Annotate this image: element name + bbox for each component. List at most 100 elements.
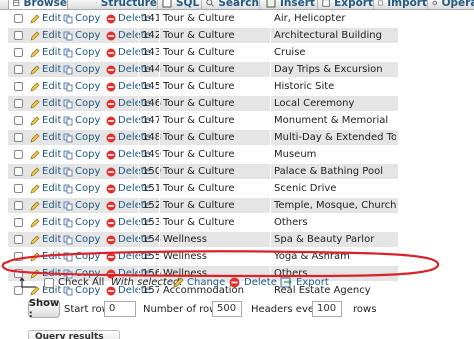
- tab-bar: Browse Structure SQL Search Insert Expor…: [0, 0, 474, 10]
- row-checkbox[interactable]: [14, 82, 23, 91]
- check-all-checkbox[interactable]: [44, 278, 54, 288]
- delete-icon: [106, 48, 116, 58]
- delete-icon: [106, 116, 116, 126]
- row-checkbox[interactable]: [14, 252, 23, 261]
- tab-structure[interactable]: Structure: [92, 0, 158, 9]
- delete-icon: [229, 277, 240, 288]
- edit-link[interactable]: Edit: [30, 11, 61, 27]
- edit-link[interactable]: Edit: [30, 164, 61, 180]
- copy-link[interactable]: Copy: [63, 164, 100, 180]
- edit-label: Edit: [42, 166, 62, 177]
- copy-link[interactable]: Copy: [63, 130, 100, 146]
- edit-label: Edit: [42, 200, 62, 211]
- query-results-operations-header[interactable]: Query results operations: [28, 330, 120, 339]
- bulk-delete-button[interactable]: Delete: [244, 277, 277, 288]
- copy-link[interactable]: Copy: [63, 96, 100, 112]
- pencil-icon: [30, 218, 40, 228]
- copy-link[interactable]: Copy: [63, 62, 100, 78]
- table-row: Edit Copy Delete 154 Wellness Spa & Beauty Pa…: [8, 232, 398, 248]
- export-icon: [280, 277, 292, 288]
- copy-label: Copy: [75, 115, 101, 126]
- row-checkbox[interactable]: [14, 218, 23, 227]
- row-checkbox[interactable]: [14, 133, 23, 142]
- tab-browse[interactable]: Browse: [8, 0, 68, 9]
- copy-link[interactable]: Copy: [63, 11, 100, 27]
- copy-icon: [63, 116, 73, 126]
- copy-icon: [63, 235, 73, 245]
- tab-label: Search: [218, 0, 259, 9]
- bulk-export-button[interactable]: Export: [296, 277, 329, 288]
- edit-link[interactable]: Edit: [30, 130, 61, 146]
- row-checkbox[interactable]: [14, 167, 23, 176]
- start-row-input[interactable]: 0: [104, 301, 136, 317]
- copy-link[interactable]: Copy: [63, 45, 100, 61]
- search-icon: [206, 0, 214, 7]
- edit-link[interactable]: Edit: [30, 28, 61, 44]
- edit-link[interactable]: Edit: [30, 96, 61, 112]
- edit-link[interactable]: Edit: [30, 215, 61, 231]
- row-checkbox[interactable]: [14, 48, 23, 57]
- row-checkbox[interactable]: [14, 116, 23, 125]
- bulk-change-button[interactable]: Change: [187, 277, 225, 288]
- delete-icon: [106, 65, 116, 75]
- copy-link[interactable]: Copy: [63, 215, 100, 231]
- table-row: Edit Copy Delete 151 Tour & Culture Scenic Dr…: [8, 181, 398, 197]
- edit-label: Edit: [42, 64, 62, 75]
- copy-link[interactable]: Copy: [63, 147, 100, 163]
- row-checkbox[interactable]: [14, 235, 23, 244]
- row-checkbox[interactable]: [14, 14, 23, 23]
- name-cell: Monument & Memorial: [274, 115, 389, 126]
- tab-insert[interactable]: Insert: [262, 0, 318, 9]
- num-rows-input[interactable]: 500: [212, 301, 242, 317]
- table-row: Edit Copy Delete 152 Tour & Culture Temple, M…: [8, 198, 398, 214]
- copy-link[interactable]: Copy: [63, 198, 100, 214]
- copy-link[interactable]: Copy: [63, 79, 100, 95]
- edit-label: Edit: [42, 115, 62, 126]
- show-button[interactable]: Show :: [28, 298, 60, 320]
- operations-icon: [432, 0, 438, 6]
- edit-link[interactable]: Edit: [30, 62, 61, 78]
- row-checkbox[interactable]: [14, 184, 23, 193]
- copy-link[interactable]: Copy: [63, 232, 100, 248]
- name-cell: Cruise: [274, 47, 306, 58]
- row-checkbox[interactable]: [14, 99, 23, 108]
- tab-operations[interactable]: Operations: [428, 0, 474, 9]
- edit-link[interactable]: Edit: [30, 113, 61, 129]
- paging-nav: Show : Start row: 0 Number of rows: 500 …: [0, 298, 474, 320]
- rows-label: rows: [353, 304, 377, 315]
- copy-icon: [63, 14, 73, 24]
- edit-link[interactable]: Edit: [30, 79, 61, 95]
- edit-link[interactable]: Edit: [30, 198, 61, 214]
- copy-link[interactable]: Copy: [63, 181, 100, 197]
- tab-sql[interactable]: SQL: [158, 0, 202, 9]
- tab-export[interactable]: Export: [318, 0, 374, 9]
- category-cell: Tour & Culture: [163, 149, 235, 160]
- name-cell: Museum: [274, 149, 317, 160]
- edit-label: Edit: [42, 149, 62, 160]
- table-row: Edit Copy Delete 147 Tour & Culture Monument …: [8, 113, 398, 129]
- insert-icon: [266, 0, 276, 8]
- edit-link[interactable]: Edit: [30, 249, 61, 265]
- row-checkbox[interactable]: [14, 31, 23, 40]
- edit-link[interactable]: Edit: [30, 147, 61, 163]
- tab-import[interactable]: Import: [374, 0, 428, 9]
- check-all-label[interactable]: Check All: [58, 277, 104, 288]
- name-cell: Local Ceremony: [274, 98, 355, 109]
- copy-icon: [63, 252, 73, 262]
- category-cell: Tour & Culture: [163, 166, 235, 177]
- copy-link[interactable]: Copy: [63, 113, 100, 129]
- row-checkbox[interactable]: [14, 65, 23, 74]
- table-row: Edit Copy Delete 141 Tour & Culture Air, Heli…: [8, 11, 398, 27]
- copy-link[interactable]: Copy: [63, 28, 100, 44]
- copy-icon: [63, 99, 73, 109]
- row-checkbox[interactable]: [14, 150, 23, 159]
- tab-search[interactable]: Search: [202, 0, 260, 9]
- headers-every-input[interactable]: 100: [312, 301, 342, 317]
- edit-link[interactable]: Edit: [30, 181, 61, 197]
- row-checkbox[interactable]: [14, 201, 23, 210]
- copy-link[interactable]: Copy: [63, 249, 100, 265]
- category-cell: Tour & Culture: [163, 115, 235, 126]
- pencil-icon: [30, 167, 40, 177]
- edit-link[interactable]: Edit: [30, 232, 61, 248]
- edit-link[interactable]: Edit: [30, 45, 61, 61]
